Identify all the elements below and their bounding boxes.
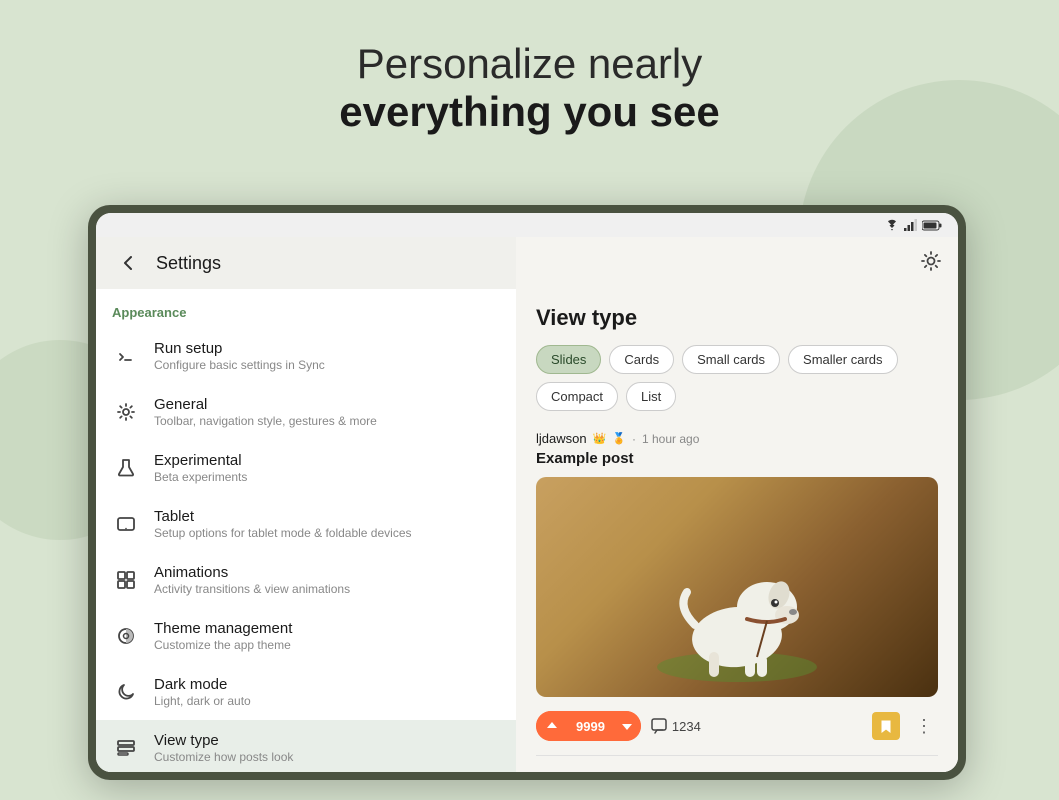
settings-item-theme-management[interactable]: Theme management Customize the app theme [96, 608, 516, 664]
downvote-arrow-icon [621, 720, 633, 732]
bookmark-icon [879, 719, 893, 733]
post-author: ljdawson [536, 431, 587, 446]
post-badge-medal: 🏅 [612, 432, 626, 445]
right-panel: View type Slides Cards Small cards Small… [516, 237, 958, 772]
post-badge-crown: 👑 [593, 432, 607, 445]
device-frame: Settings Appearance Run setup [88, 205, 966, 780]
divider [536, 755, 938, 756]
experimental-icon [112, 454, 140, 482]
right-content: View type Slides Cards Small cards Small… [516, 289, 958, 772]
dark-mode-text: Dark mode Light, dark or auto [154, 676, 251, 708]
experimental-title: Experimental [154, 452, 247, 469]
chip-list[interactable]: List [626, 382, 676, 411]
run-setup-title: Run setup [154, 340, 325, 357]
post-actions: 9999 1234 [536, 711, 938, 741]
settings-item-experimental[interactable]: Experimental Beta experiments [96, 440, 516, 496]
tablet-text: Tablet Setup options for tablet mode & f… [154, 508, 412, 540]
dark-mode-title: Dark mode [154, 676, 251, 693]
dog-illustration [637, 507, 837, 687]
back-button[interactable] [112, 247, 144, 279]
animations-text: Animations Activity transitions & view a… [154, 564, 350, 596]
vote-count: 9999 [568, 719, 613, 734]
settings-panel: Settings Appearance Run setup [96, 237, 516, 772]
comment-button[interactable]: 1234 [651, 718, 701, 734]
settings-title: Settings [156, 253, 221, 274]
comment-icon [651, 718, 667, 734]
wifi-icon [884, 219, 900, 231]
headline-line1: Personalize nearly [0, 40, 1059, 88]
settings-item-view-type[interactable]: View type Customize how posts look [96, 720, 516, 772]
post-image [536, 477, 938, 697]
general-icon [112, 398, 140, 426]
chip-slides[interactable]: Slides [536, 345, 601, 374]
vote-up-button[interactable] [536, 711, 568, 741]
dark-mode-icon [112, 678, 140, 706]
settings-item-general[interactable]: General Toolbar, navigation style, gestu… [96, 384, 516, 440]
view-type-subtitle: Customize how posts look [154, 750, 293, 764]
status-icons [884, 219, 942, 231]
settings-item-animations[interactable]: Animations Activity transitions & view a… [96, 552, 516, 608]
settings-item-tablet[interactable]: Tablet Setup options for tablet mode & f… [96, 496, 516, 552]
general-subtitle: Toolbar, navigation style, gestures & mo… [154, 414, 377, 428]
screen-content: Settings Appearance Run setup [96, 237, 958, 772]
post-title: Example post [536, 450, 938, 467]
theme-management-title: Theme management [154, 620, 292, 637]
general-title: General [154, 396, 377, 413]
chip-compact[interactable]: Compact [536, 382, 618, 411]
bookmark-button[interactable] [872, 712, 900, 740]
tablet-icon [112, 510, 140, 538]
post-time: 1 hour ago [642, 432, 699, 446]
theme-management-icon [112, 622, 140, 650]
view-type-panel-title: View type [536, 305, 938, 331]
device-screen: Settings Appearance Run setup [96, 213, 958, 772]
view-type-icon [112, 734, 140, 762]
view-type-title: View type [154, 732, 293, 749]
chip-smaller-cards[interactable]: Smaller cards [788, 345, 897, 374]
run-setup-subtitle: Configure basic settings in Sync [154, 358, 325, 372]
dark-mode-subtitle: Light, dark or auto [154, 694, 251, 708]
experimental-text: Experimental Beta experiments [154, 452, 247, 484]
animations-subtitle: Activity transitions & view animations [154, 582, 350, 596]
view-type-chip-row: Slides Cards Small cards Smaller cards C… [536, 345, 938, 411]
settings-gear-button[interactable] [920, 250, 942, 277]
theme-management-text: Theme management Customize the app theme [154, 620, 292, 652]
view-type-text: View type Customize how posts look [154, 732, 293, 764]
settings-list: Appearance Run setup Configure basic set… [96, 289, 516, 772]
run-setup-icon [112, 342, 140, 370]
status-bar [96, 213, 958, 237]
preview-options-label: Preview options [536, 770, 938, 772]
comment-count: 1234 [672, 719, 701, 734]
animations-title: Animations [154, 564, 350, 581]
more-options-button[interactable]: ⋮ [910, 712, 938, 740]
theme-management-subtitle: Customize the app theme [154, 638, 292, 652]
general-text: General Toolbar, navigation style, gestu… [154, 396, 377, 428]
chip-cards[interactable]: Cards [609, 345, 674, 374]
signal-icon [904, 219, 918, 231]
settings-item-dark-mode[interactable]: Dark mode Light, dark or auto [96, 664, 516, 720]
headline: Personalize nearly everything you see [0, 0, 1059, 136]
run-setup-text: Run setup Configure basic settings in Sy… [154, 340, 325, 372]
post-meta: ljdawson 👑 🏅 · 1 hour ago [536, 431, 938, 446]
back-arrow-icon [118, 253, 138, 273]
upvote-arrow-icon [546, 720, 558, 732]
appearance-section-label: Appearance [96, 289, 516, 328]
vote-button[interactable]: 9999 [536, 711, 641, 741]
settings-item-run-setup[interactable]: Run setup Configure basic settings in Sy… [96, 328, 516, 384]
tablet-title: Tablet [154, 508, 412, 525]
settings-header: Settings [96, 237, 516, 289]
headline-line2: everything you see [0, 88, 1059, 136]
right-toolbar [516, 237, 958, 289]
vote-down-button[interactable] [613, 711, 641, 741]
gear-icon [920, 250, 942, 272]
chip-small-cards[interactable]: Small cards [682, 345, 780, 374]
battery-icon [922, 220, 942, 231]
animations-icon [112, 566, 140, 594]
tablet-subtitle: Setup options for tablet mode & foldable… [154, 526, 412, 540]
experimental-subtitle: Beta experiments [154, 470, 247, 484]
